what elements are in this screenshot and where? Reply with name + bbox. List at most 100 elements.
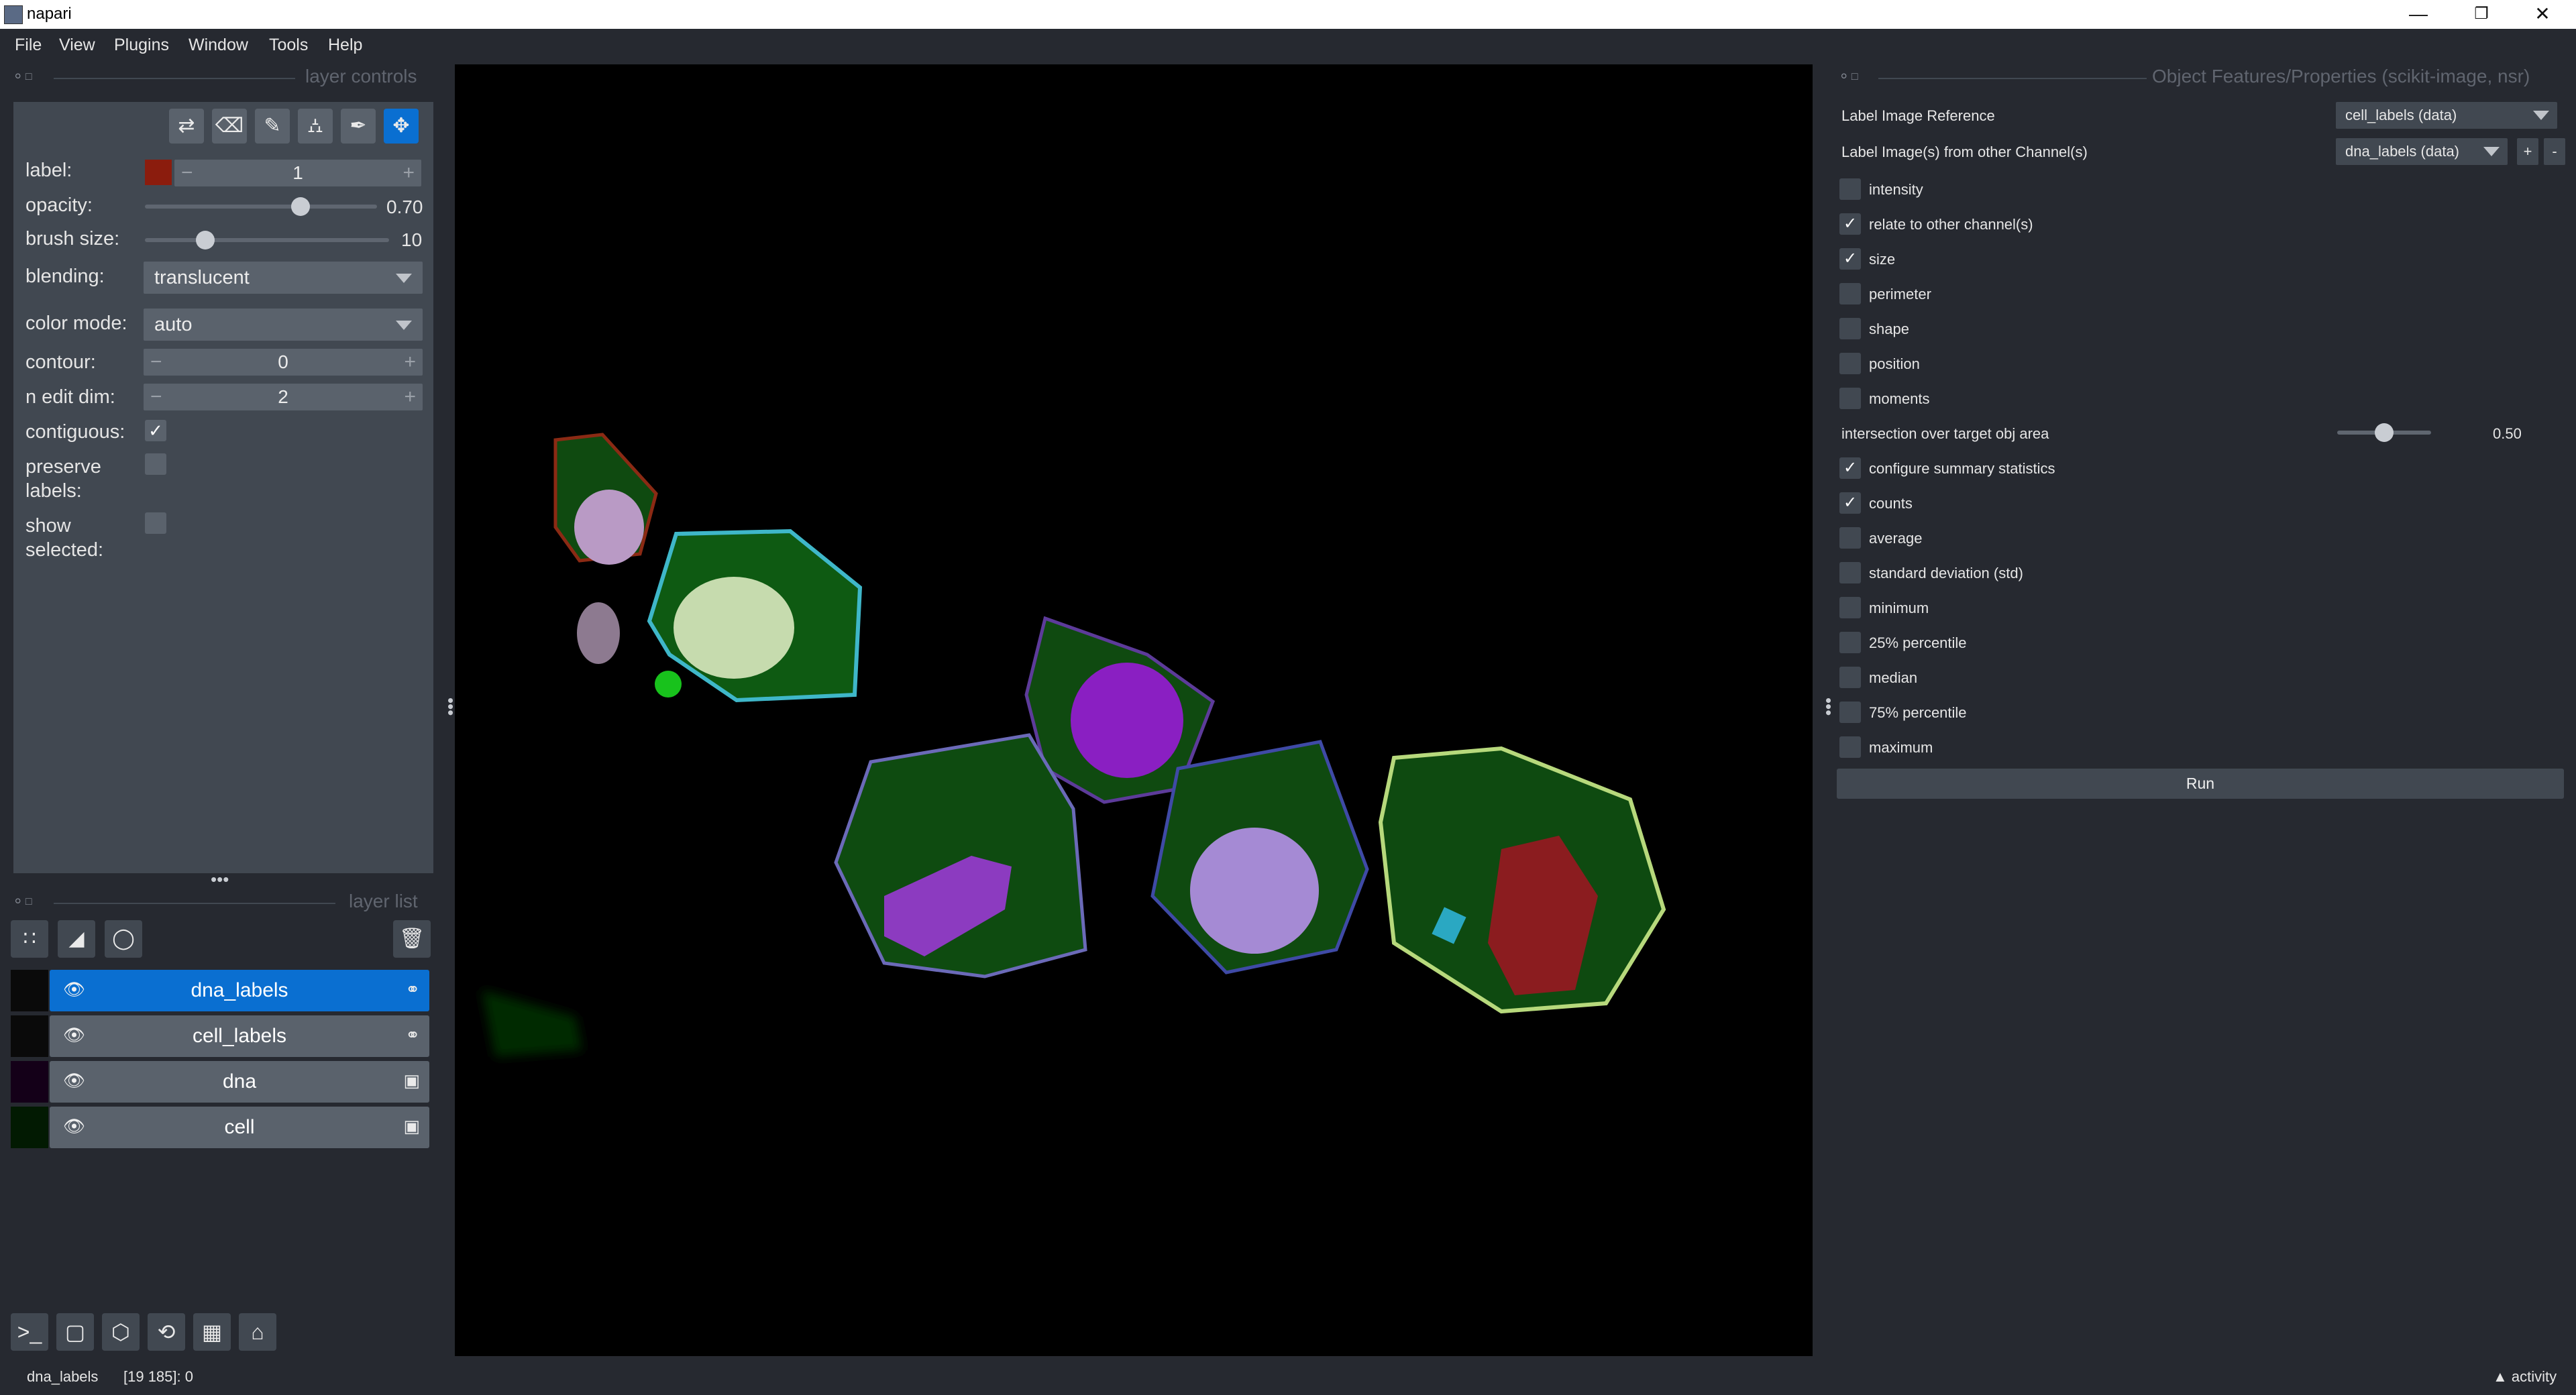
canvas-image[interactable] bbox=[455, 64, 1813, 1356]
average-checkbox[interactable] bbox=[1839, 527, 1861, 549]
size-label: size bbox=[1869, 251, 1896, 268]
brush-size-slider[interactable] bbox=[145, 238, 389, 242]
pan-zoom-tool-button[interactable]: ✥ bbox=[384, 109, 419, 144]
dock-resize-handle[interactable]: ••• bbox=[211, 869, 229, 890]
size-checkbox[interactable]: ✓ bbox=[1839, 248, 1861, 270]
new-labels-layer-button[interactable]: ◯ bbox=[105, 920, 142, 958]
console-icon[interactable]: >_ bbox=[11, 1313, 48, 1351]
dock-float-icons[interactable]: ⚪ □ bbox=[1839, 70, 1858, 83]
minimum-label: minimum bbox=[1869, 600, 1929, 616]
shuffle-colors-button[interactable]: ⇄ bbox=[169, 109, 204, 144]
color-mode-label: color mode: bbox=[25, 313, 127, 334]
p75-checkbox[interactable] bbox=[1839, 702, 1861, 723]
cell-object bbox=[482, 990, 582, 1057]
fill-tool-button[interactable]: ⛼ bbox=[298, 109, 333, 144]
image-icon: ▣ bbox=[403, 1116, 420, 1136]
label-images-other-dropdown[interactable]: dna_labels (data) bbox=[2336, 138, 2508, 165]
std-label: standard deviation (std) bbox=[1869, 565, 2023, 581]
std-checkbox[interactable] bbox=[1839, 562, 1861, 583]
opacity-slider-handle[interactable] bbox=[291, 197, 310, 216]
3d-cube-icon[interactable]: ⬡ bbox=[102, 1313, 140, 1351]
maximum-checkbox[interactable] bbox=[1839, 736, 1861, 758]
median-checkbox[interactable] bbox=[1839, 667, 1861, 688]
layer-row-dna-labels[interactable]: 👁 dna_labels ⚭ bbox=[11, 970, 429, 1011]
paint-tool-button[interactable]: ✎ bbox=[255, 109, 290, 144]
activity-button[interactable]: ▲ activity bbox=[2493, 1368, 2557, 1386]
menu-tools[interactable]: Tools bbox=[269, 36, 308, 55]
add-channel-button[interactable]: + bbox=[2517, 138, 2538, 165]
n-edit-dim-increment[interactable]: + bbox=[404, 384, 416, 410]
layer-thumbnail bbox=[11, 970, 48, 1011]
layer-controls-panel: ⇄ ⌫ ✎ ⛼ ✒ ✥ label: − 1 + opacity: 0.70 b… bbox=[13, 102, 433, 873]
image-icon: ▣ bbox=[403, 1070, 420, 1091]
brush-size-slider-handle[interactable] bbox=[196, 231, 215, 249]
opacity-value: 0.70 bbox=[386, 197, 423, 217]
relate-channels-label: relate to other channel(s) bbox=[1869, 216, 2033, 233]
color-mode-dropdown[interactable]: auto bbox=[144, 309, 423, 341]
n-edit-dim-spinbox[interactable]: − 2 + bbox=[144, 384, 423, 410]
preserve-labels-label: preserve labels: bbox=[25, 456, 101, 502]
transpose-icon[interactable]: ⟲ bbox=[148, 1313, 185, 1351]
perimeter-checkbox[interactable] bbox=[1839, 283, 1861, 304]
opacity-label: opacity: bbox=[25, 194, 93, 216]
menu-view[interactable]: View bbox=[59, 36, 95, 55]
n-edit-dim-label: n edit dim: bbox=[25, 386, 115, 408]
layer-row-dna[interactable]: 👁 dna ▣ bbox=[11, 1061, 429, 1103]
intensity-checkbox[interactable] bbox=[1839, 178, 1861, 200]
average-label: average bbox=[1869, 530, 1923, 547]
contiguous-checkbox[interactable]: ✓ bbox=[145, 420, 166, 441]
cell-object bbox=[1150, 740, 1369, 974]
viewer-canvas[interactable] bbox=[455, 64, 1813, 1356]
show-selected-checkbox[interactable] bbox=[145, 512, 166, 534]
perimeter-label: perimeter bbox=[1869, 286, 1931, 302]
layer-row-cell-labels[interactable]: 👁 cell_labels ⚭ bbox=[11, 1015, 429, 1057]
restore-button[interactable]: ❐ bbox=[2451, 1, 2512, 27]
ndisplay-toggle-icon[interactable]: ▢ bbox=[56, 1313, 94, 1351]
layer-row-cell[interactable]: 👁 cell ▣ bbox=[11, 1107, 429, 1148]
dock-divider bbox=[54, 903, 335, 904]
close-button[interactable]: ✕ bbox=[2512, 1, 2573, 27]
preserve-labels-checkbox[interactable] bbox=[145, 453, 166, 475]
new-shapes-layer-button[interactable]: ◢ bbox=[58, 920, 95, 958]
label-increment[interactable]: + bbox=[402, 160, 415, 186]
contour-increment[interactable]: + bbox=[404, 349, 416, 376]
p25-checkbox[interactable] bbox=[1839, 632, 1861, 653]
chevron-down-icon bbox=[2533, 111, 2549, 120]
position-checkbox[interactable] bbox=[1839, 353, 1861, 374]
counts-checkbox[interactable]: ✓ bbox=[1839, 492, 1861, 514]
delete-layer-button[interactable]: 🗑 bbox=[393, 920, 431, 958]
dock-float-icons[interactable]: ⚪ □ bbox=[13, 895, 32, 908]
splitter-handle[interactable]: ••• bbox=[1818, 698, 1839, 716]
remove-channel-button[interactable]: - bbox=[2544, 138, 2565, 165]
run-button[interactable]: Run bbox=[1837, 769, 2564, 799]
moments-checkbox[interactable] bbox=[1839, 388, 1861, 409]
menu-help[interactable]: Help bbox=[328, 36, 362, 55]
picker-tool-button[interactable]: ✒ bbox=[341, 109, 376, 144]
menu-window[interactable]: Window bbox=[189, 36, 248, 55]
configure-stats-checkbox[interactable]: ✓ bbox=[1839, 457, 1861, 479]
menu-plugins[interactable]: Plugins bbox=[114, 36, 169, 55]
median-label: median bbox=[1869, 669, 1918, 686]
contour-spinbox[interactable]: − 0 + bbox=[144, 349, 423, 376]
minimize-button[interactable]: — bbox=[2388, 1, 2449, 27]
moments-label: moments bbox=[1869, 390, 1930, 407]
label-image-reference-dropdown[interactable]: cell_labels (data) bbox=[2336, 102, 2557, 129]
cell-object bbox=[577, 602, 620, 664]
intersection-label: intersection over target obj area bbox=[1841, 425, 2049, 442]
menu-file[interactable]: File bbox=[15, 36, 42, 55]
grid-icon[interactable]: ▦ bbox=[193, 1313, 231, 1351]
status-coordinates: [19 185]: 0 bbox=[123, 1368, 193, 1385]
home-icon[interactable]: ⌂ bbox=[239, 1313, 276, 1351]
shape-checkbox[interactable] bbox=[1839, 318, 1861, 339]
minimum-checkbox[interactable] bbox=[1839, 597, 1861, 618]
erase-tool-button[interactable]: ⌫ bbox=[212, 109, 247, 144]
dock-float-icons[interactable]: ⚪ □ bbox=[13, 70, 32, 83]
cell-object bbox=[655, 671, 682, 698]
label-spinbox[interactable]: − 1 + bbox=[174, 160, 421, 186]
blending-dropdown[interactable]: translucent bbox=[144, 262, 423, 294]
new-points-layer-button[interactable]: ∷ bbox=[11, 920, 48, 958]
opacity-slider[interactable] bbox=[145, 205, 377, 209]
splitter-handle[interactable]: ••• bbox=[440, 698, 461, 716]
relate-channels-checkbox[interactable]: ✓ bbox=[1839, 213, 1861, 235]
intersection-slider-handle[interactable] bbox=[2375, 423, 2394, 442]
